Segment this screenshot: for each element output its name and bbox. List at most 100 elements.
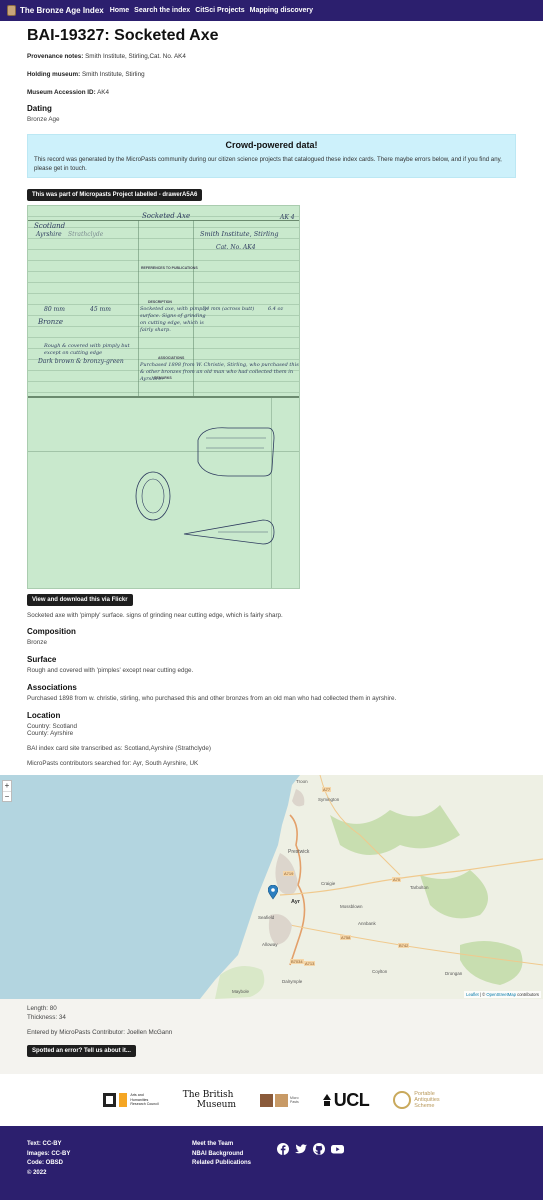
attribution-tail: contributors <box>517 992 539 997</box>
map-road-a70: A70 <box>392 877 402 882</box>
map-label-seafield: Seafield <box>258 915 275 920</box>
bm-line2: Museum <box>196 1100 236 1110</box>
map-label-maybole: Maybole <box>232 989 250 994</box>
twitter-icon[interactable] <box>295 1143 307 1155</box>
license-text: Text: CC-BY <box>27 1141 62 1147</box>
map-label-annbank: Annbank <box>358 921 376 926</box>
accession-label: Museum Accession ID: <box>27 89 96 96</box>
zoom-in-button[interactable]: + <box>3 781 11 791</box>
card-surface: Rough & covered with pimply but except o… <box>44 343 130 356</box>
bm-line1: The British <box>182 1090 234 1100</box>
copyright: © 2022 <box>27 1169 47 1176</box>
navbar: The Bronze Age Index Home Search the ind… <box>0 0 543 21</box>
map-road-b742: B742 <box>398 943 410 948</box>
map-label-dalrymple: Dalrymple <box>282 979 303 984</box>
crowd-alert: Crowd-powered data! This record was gene… <box>27 134 516 178</box>
map-label-craigie: Craigie <box>321 881 336 886</box>
project-badge-button[interactable]: This was part of Micropasts Project labe… <box>27 189 203 201</box>
associations-value: Purchased 1898 from w. christie, stirlin… <box>27 695 397 702</box>
british-museum-logo[interactable]: The British Museum <box>183 1090 236 1110</box>
map-label-troon: Troon <box>296 779 308 784</box>
map-label-drongan: Drongan <box>445 971 463 976</box>
length-value: Length: 80 <box>27 1005 57 1012</box>
index-card-image[interactable]: Scotland Ayrshire Strathclyde Socketed A… <box>27 205 300 589</box>
license-column: Text: CC-BY Images: CC-BY Code: OBSD © 2… <box>27 1140 70 1178</box>
report-error-button[interactable]: Spotted an error? Tell us about it... <box>27 1045 136 1057</box>
card-county: Ayrshire <box>36 231 62 238</box>
nav-mapping[interactable]: Mapping discovery <box>250 7 313 14</box>
crowd-heading: Crowd-powered data! <box>225 140 318 150</box>
card-refs-heading: REFERENCES TO PUBLICATIONS <box>141 266 198 270</box>
card-composition: Bronze <box>38 318 64 326</box>
logo-icon[interactable] <box>7 5 16 16</box>
thickness-value: Thickness: 34 <box>27 1014 66 1021</box>
social-links <box>277 1143 344 1155</box>
youtube-icon[interactable] <box>331 1143 344 1155</box>
pas-line3: Scheme <box>414 1103 435 1109</box>
pas-logo[interactable]: Portable Antiquities Scheme <box>393 1091 440 1109</box>
osm-link[interactable]: OpenStreetMap <box>486 992 516 997</box>
card-county2: Strathclyde <box>68 231 104 238</box>
map-road-a758: A758 <box>340 935 352 940</box>
surface-heading: Surface <box>27 655 57 664</box>
partner-logos: Arts and Humanities Research Council The… <box>0 1074 543 1126</box>
location-transcribed: BAI index card site transcribed as: Scot… <box>27 745 211 752</box>
map-road-b7034: B7034 <box>290 959 304 964</box>
card-corner: AK 4 <box>280 214 295 221</box>
nav-citsci[interactable]: CitSci Projects <box>195 7 244 14</box>
map-zoom-control: + − <box>2 780 12 802</box>
footer-link-background[interactable]: NBAI Background <box>192 1150 251 1160</box>
page-title: BAI-19327: Socketed Axe <box>27 27 219 44</box>
map-label-mossblown: Mossblown <box>340 904 363 909</box>
leaflet-link[interactable]: Leaflet <box>466 992 479 997</box>
holding-field: Holding museum: Smith Institute, Stirlin… <box>27 71 516 78</box>
ucl-text: UCL <box>333 1089 370 1110</box>
github-icon[interactable] <box>313 1143 325 1155</box>
location-county: County: Ayrshire <box>27 730 74 737</box>
dating-value: Bronze Age <box>27 116 60 123</box>
map-label-symington: Symington <box>318 797 340 802</box>
micropasts-logo[interactable]: Micro Pasts <box>260 1093 299 1107</box>
location-map[interactable]: Prestwick Ayr Craigie Alloway Annbank Mo… <box>0 775 543 999</box>
license-code: Code: OBSD <box>27 1160 63 1166</box>
map-label-coylton: Coylton <box>372 969 388 974</box>
ahrc-line3: Research Council <box>130 1102 159 1107</box>
footer: Text: CC-BY Images: CC-BY Code: OBSD © 2… <box>0 1126 543 1200</box>
card-collection: Smith Institute, Stirling <box>200 230 279 238</box>
nav-home[interactable]: Home <box>110 7 129 14</box>
footer-link-publications[interactable]: Related Publications <box>192 1159 251 1169</box>
crowd-text: This record was generated by the MicroPa… <box>34 156 502 172</box>
map-marker-icon[interactable] <box>268 885 278 900</box>
flickr-button[interactable]: View and download this via Flickr <box>27 594 133 606</box>
card-description: Socketed axe, with pimply surface. Signs… <box>140 306 207 333</box>
map-attribution: Leaflet | © OpenStreetMap contributors <box>464 991 541 998</box>
accession-value: AK4 <box>97 89 110 96</box>
map-label-alloway: Alloway <box>262 942 278 947</box>
ahrc-logo[interactable]: Arts and Humanities Research Council <box>103 1093 159 1107</box>
composition-heading: Composition <box>27 627 76 636</box>
map-road-a719: A719 <box>283 871 295 876</box>
facebook-icon[interactable] <box>277 1143 289 1155</box>
ucl-logo[interactable]: UCL <box>322 1089 370 1111</box>
card-colour: Dark brown & bronzy-green <box>38 358 124 365</box>
map-label-prestwick: Prestwick <box>288 849 310 855</box>
card-country: Scotland <box>34 222 66 230</box>
associations-heading: Associations <box>27 683 77 692</box>
brand-link[interactable]: The Bronze Age Index <box>20 6 104 15</box>
provenance-value: Smith Institute, Stirling,Cat. No. AK4 <box>85 53 186 60</box>
record-content: BAI-19327: Socketed Axe Provenance notes… <box>0 27 543 767</box>
axe-drawing <box>135 427 275 545</box>
contributor-text: Entered by MicroPasts Contributor: Joell… <box>27 1029 173 1036</box>
nav-search[interactable]: Search the index <box>134 7 190 14</box>
card-length: 80 mm <box>44 306 65 313</box>
footer-link-team[interactable]: Meet the Team <box>192 1140 251 1150</box>
card-catno: Cat. No. AK4 <box>216 244 256 251</box>
card-width: 45 mm <box>90 306 111 313</box>
map-label-ayr: Ayr <box>291 899 300 905</box>
location-country: Country: Scotland <box>27 723 78 730</box>
card-description-heading: DESCRIPTION <box>148 300 172 304</box>
composition-value: Bronze <box>27 639 47 646</box>
micropasts-line2: Pasts <box>290 1100 299 1104</box>
zoom-out-button[interactable]: − <box>3 791 11 801</box>
summary-text: Socketed axe with 'pimply' surface. sign… <box>27 612 283 619</box>
